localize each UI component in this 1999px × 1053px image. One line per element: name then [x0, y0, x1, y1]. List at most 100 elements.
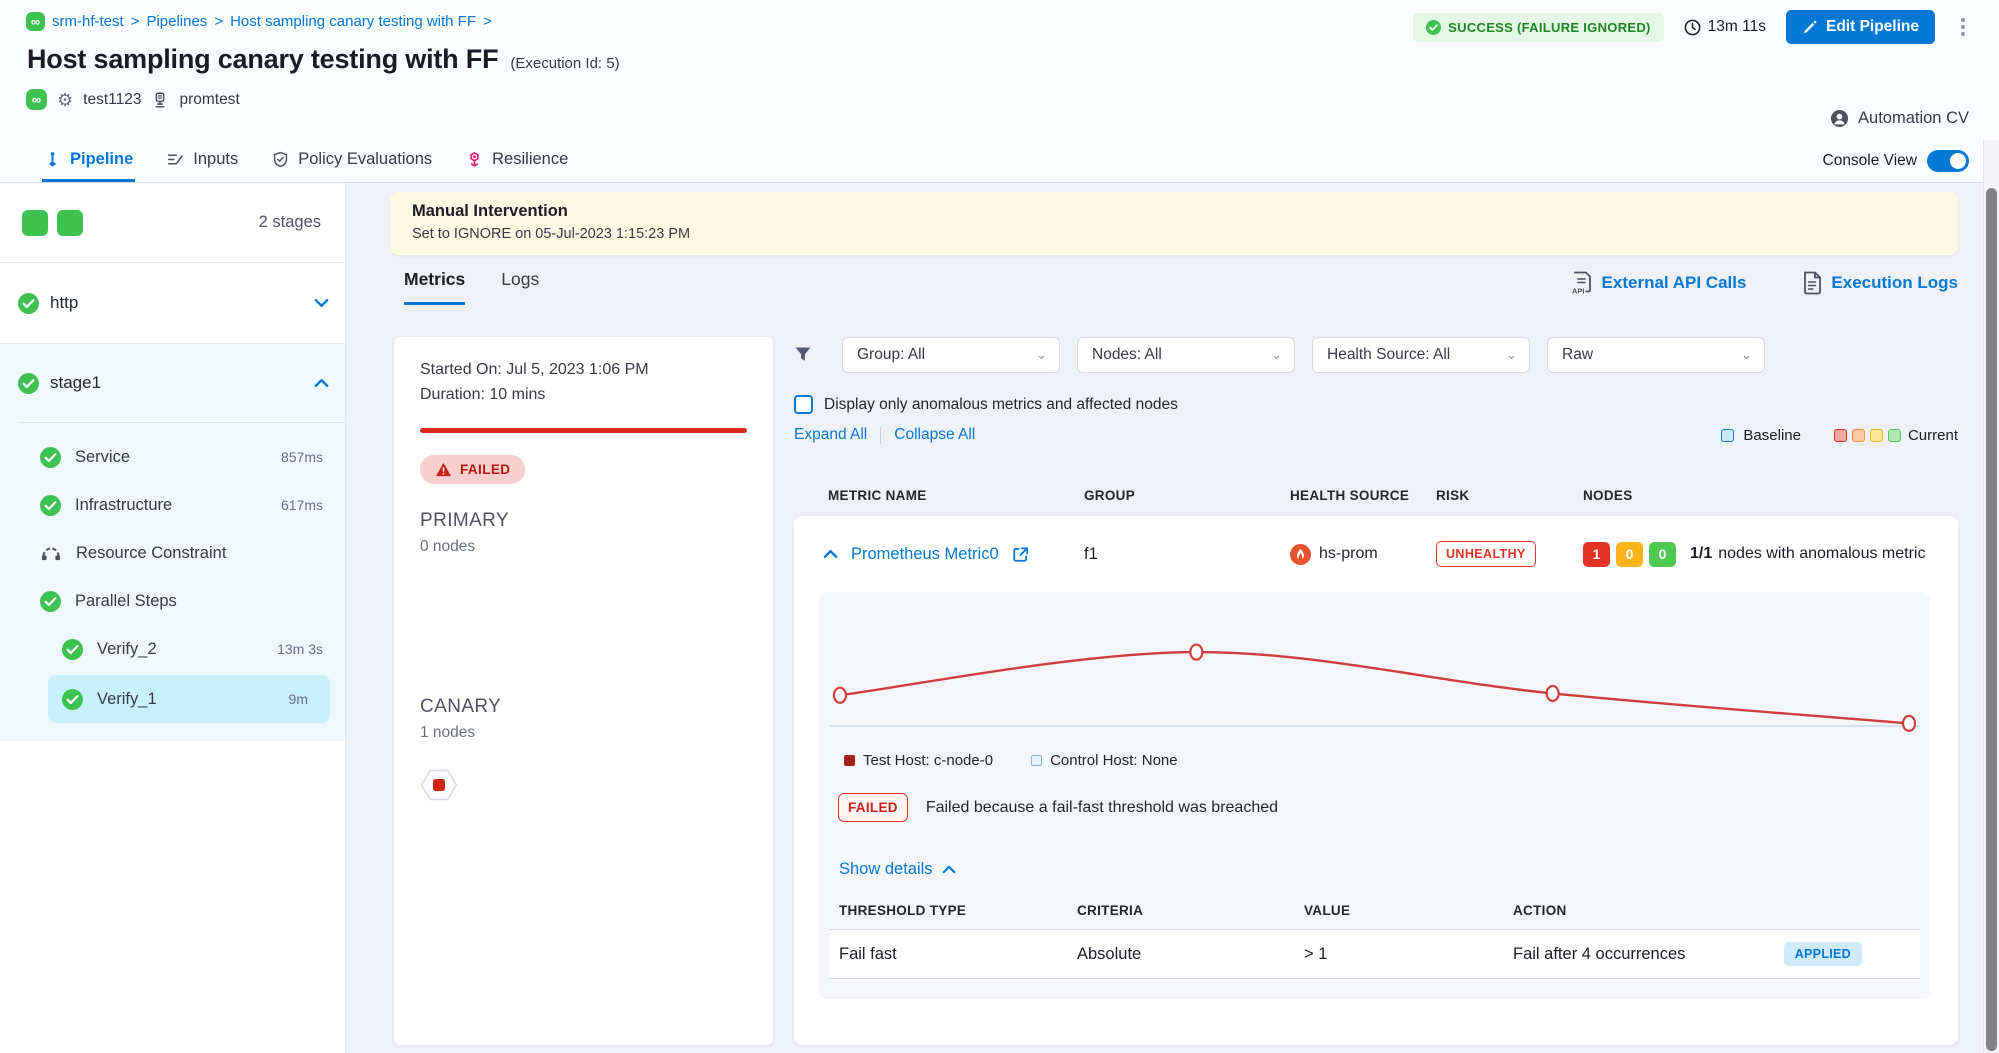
execution-logs-link[interactable]: Execution Logs: [1802, 271, 1958, 295]
anomalous-checkbox[interactable]: [794, 395, 813, 414]
tab-resilience[interactable]: Resilience: [464, 140, 570, 182]
more-options-menu[interactable]: [1955, 14, 1971, 40]
service-icon: [151, 91, 169, 109]
verification-status-pill: FAILED: [420, 455, 525, 484]
vertical-scrollbar[interactable]: [1983, 140, 1999, 1053]
tab-pipeline[interactable]: Pipeline: [42, 140, 135, 182]
stage-item-stage1[interactable]: stage1: [0, 344, 345, 422]
stage-item-http[interactable]: http: [0, 263, 345, 344]
stage1-expanded-block: stage1 Service 857ms Infrastructure 617m…: [0, 344, 345, 741]
primary-node-count: 0 nodes: [420, 538, 747, 556]
step-infrastructure[interactable]: Infrastructure 617ms: [0, 481, 345, 529]
col-risk: RISK: [1436, 488, 1583, 503]
baseline-label: Baseline: [1743, 427, 1801, 444]
threshold-value: > 1: [1304, 945, 1513, 964]
prometheus-icon: [1290, 544, 1311, 565]
nodes-filter-select[interactable]: Nodes: All⌄: [1077, 337, 1295, 373]
data-view-select[interactable]: Raw⌄: [1547, 337, 1765, 373]
external-link-icon[interactable]: [1012, 546, 1029, 563]
control-host-label: Control Host: None: [1050, 752, 1178, 769]
current-label: Current: [1908, 427, 1958, 444]
warning-triangle-icon: [435, 462, 452, 477]
test-host-swatch-icon: [844, 755, 855, 766]
failed-reason: Failed because a fail-fast threshold was…: [926, 799, 1278, 817]
group-filter-select[interactable]: Group: All⌄: [842, 337, 1060, 373]
title-row: Host sampling canary testing with FF (Ex…: [27, 44, 1999, 75]
healthy-node-count-badge: 0: [1649, 542, 1676, 567]
col-metric-name: METRIC NAME: [828, 488, 1084, 503]
status-badge: SUCCESS (FAILURE IGNORED): [1413, 13, 1664, 42]
gear-icon: ⚙: [57, 91, 73, 109]
page-header: ∞ srm-hf-test > Pipelines > Host samplin…: [0, 0, 1999, 140]
execution-tabbar: Pipeline Inputs Policy Evaluations Resil…: [0, 140, 1999, 183]
metric-table-row[interactable]: Prometheus Metric0 f1 hs-prom: [794, 516, 1958, 592]
scrollbar-thumb[interactable]: [1986, 188, 1997, 1051]
user-name: Automation CV: [1858, 109, 1969, 128]
execution-main-area: Manual Intervention Set to IGNORE on 05-…: [346, 183, 1999, 1053]
baseline-swatch-icon: [1721, 429, 1734, 442]
control-host-swatch-icon: [1031, 755, 1042, 766]
canary-node-hexagon-icon[interactable]: [420, 768, 458, 802]
metric-row-card: Prometheus Metric0 f1 hs-prom: [794, 516, 1958, 1045]
step-parallel-steps[interactable]: Parallel Steps: [0, 577, 345, 625]
nodes-summary-text: nodes with anomalous metric: [1718, 545, 1925, 563]
divider: [18, 422, 345, 423]
harness-logo-icon: ∞: [26, 12, 45, 31]
chevron-down-icon[interactable]: [314, 298, 329, 308]
health-source-filter-select[interactable]: Health Source: All⌄: [1312, 337, 1530, 373]
analysis-result-row: FAILED Failed because a fail-fast thresh…: [838, 793, 1920, 822]
breadcrumb-project[interactable]: srm-hf-test: [52, 13, 124, 30]
metrics-table-header: METRIC NAME GROUP HEALTH SOURCE RISK NOD…: [794, 488, 1958, 503]
threshold-criteria: Absolute: [1077, 945, 1304, 964]
edit-pipeline-button[interactable]: Edit Pipeline: [1786, 10, 1935, 44]
success-check-icon: [18, 373, 39, 394]
tab-inputs[interactable]: Inputs: [165, 140, 240, 182]
chart-series-legend: Test Host: c-node-0 Control Host: None: [844, 752, 1920, 769]
metric-name-link[interactable]: Prometheus Metric0: [851, 545, 999, 564]
tab-policy-evaluations[interactable]: Policy Evaluations: [270, 140, 434, 182]
primary-label: PRIMARY: [420, 510, 747, 532]
verification-summary-card: Started On: Jul 5, 2023 1:06 PM Duration…: [394, 337, 773, 1045]
pipeline-meta-row: ∞ ⚙ test1123 promtest: [26, 89, 1999, 110]
console-view-toggle[interactable]: [1927, 150, 1969, 172]
stage-square-icon[interactable]: [22, 210, 48, 236]
divider: [880, 427, 881, 444]
collapse-row-chevron-up-icon[interactable]: [823, 549, 838, 559]
metrics-panel: Group: All⌄ Nodes: All⌄ Health Source: A…: [794, 337, 1958, 1045]
stage-square-icon[interactable]: [57, 210, 83, 236]
step-verify-2[interactable]: Verify_2 13m 3s: [0, 625, 345, 673]
started-on: Started On: Jul 5, 2023 1:06 PM: [420, 358, 747, 383]
anomalous-filter-row: Display only anomalous metrics and affec…: [794, 395, 1958, 414]
execution-id: (Execution Id: 5): [510, 55, 619, 72]
canary-node-count: 1 nodes: [420, 724, 747, 742]
breadcrumb-pipelines[interactable]: Pipelines: [146, 13, 207, 30]
tab-metrics[interactable]: Metrics: [404, 269, 465, 305]
success-check-icon: [40, 447, 61, 468]
stage-summary-row: 2 stages: [0, 183, 345, 263]
chevron-down-icon: ⌄: [1741, 347, 1752, 363]
breadcrumb-pipeline-name[interactable]: Host sampling canary testing with FF: [230, 13, 476, 30]
verify-tabs-row: Metrics Logs External API Calls Executio…: [390, 268, 1958, 305]
step-service[interactable]: Service 857ms: [0, 433, 345, 481]
metric-line-chart[interactable]: [829, 598, 1920, 748]
chevron-up-icon[interactable]: [314, 378, 329, 388]
tab-logs[interactable]: Logs: [501, 269, 539, 305]
step-verify-1[interactable]: Verify_1 9m: [48, 675, 330, 723]
funnel-icon: [794, 346, 812, 364]
col-group: GROUP: [1084, 488, 1290, 503]
current-red-swatch-icon: [1834, 429, 1847, 442]
thresholds-table-header: THRESHOLD TYPE CRITERIA VALUE ACTION: [829, 879, 1920, 930]
collapse-all-link[interactable]: Collapse All: [894, 426, 975, 444]
step-duration: 857ms: [281, 449, 323, 465]
show-details-link[interactable]: Show details: [839, 860, 1920, 879]
anomalous-checkbox-label: Display only anomalous metrics and affec…: [824, 396, 1178, 414]
success-check-icon: [62, 689, 83, 710]
current-green-swatch-icon: [1888, 429, 1901, 442]
chevron-up-icon: [942, 865, 956, 874]
banner-title: Manual Intervention: [412, 202, 1936, 221]
step-resource-constraint[interactable]: Resource Constraint: [0, 529, 345, 577]
check-circle-icon: [1426, 20, 1441, 35]
expand-all-link[interactable]: Expand All: [794, 426, 867, 444]
app-window: ∞ srm-hf-test > Pipelines > Host samplin…: [0, 0, 1999, 1053]
external-api-calls-link[interactable]: External API Calls: [1571, 271, 1747, 295]
